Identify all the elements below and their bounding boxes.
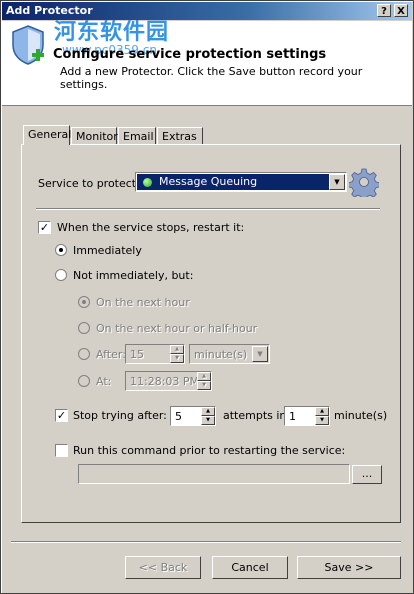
- after-label: After:: [96, 348, 126, 361]
- immediately-label: Immediately: [73, 244, 142, 257]
- next-half-hour-label: On the next hour or half-hour: [96, 322, 258, 335]
- at-radio[interactable]: [78, 375, 90, 387]
- stop-trying-value: 5: [175, 410, 182, 423]
- spin-arrows[interactable]: ▲ ▼: [197, 372, 211, 390]
- command-input[interactable]: [78, 464, 350, 484]
- not-immediately-label: Not immediately, but:: [73, 269, 194, 282]
- tab-monitor[interactable]: Monitor: [71, 127, 118, 144]
- after-unit-value: minute(s): [194, 348, 248, 361]
- restart-checkbox-label: When the service stops, restart it:: [57, 221, 245, 234]
- run-command-label: Run this command prior to restarting the…: [73, 444, 346, 457]
- attempts-in-value: 1: [289, 410, 296, 423]
- at-value: 11:28:03 PM: [130, 375, 200, 388]
- save-button[interactable]: Save >>: [297, 556, 401, 579]
- service-label: Service to protect:: [38, 177, 140, 190]
- stop-trying-stepper[interactable]: 5 ▲ ▼: [170, 406, 216, 426]
- attempts-in-label: attempts in: [223, 409, 287, 422]
- not-immediately-radio[interactable]: [55, 269, 67, 281]
- after-stepper[interactable]: 15 ▲ ▼: [125, 344, 185, 364]
- tab-email[interactable]: Email: [118, 127, 156, 144]
- shield-add-icon: [12, 25, 44, 65]
- next-hour-label: On the next hour: [96, 296, 190, 309]
- close-button[interactable]: X: [394, 4, 408, 17]
- restart-checkbox[interactable]: ✓: [38, 221, 51, 234]
- service-dropdown[interactable]: Message Queuing ▼: [135, 172, 347, 192]
- spin-arrows[interactable]: ▲ ▼: [201, 407, 215, 425]
- chevron-down-icon[interactable]: ▼: [252, 346, 268, 362]
- attempts-in-stepper[interactable]: 1 ▲ ▼: [284, 406, 330, 426]
- service-value: Message Queuing: [137, 174, 329, 190]
- after-unit-dropdown[interactable]: minute(s) ▼: [189, 344, 270, 364]
- browse-button[interactable]: ...: [352, 465, 382, 484]
- at-time-picker[interactable]: 11:28:03 PM ▲ ▼: [125, 371, 212, 391]
- stop-trying-label: Stop trying after:: [73, 409, 167, 422]
- run-command-checkbox[interactable]: [55, 444, 68, 457]
- after-value: 15: [130, 348, 144, 361]
- watermark-text: 河东软件园: [54, 20, 170, 45]
- cancel-button[interactable]: Cancel: [212, 556, 288, 579]
- chevron-down-icon[interactable]: ▼: [329, 174, 345, 190]
- spin-arrows[interactable]: ▲ ▼: [315, 407, 329, 425]
- footer-divider: [11, 541, 401, 543]
- tab-extras[interactable]: Extras: [157, 127, 203, 144]
- back-button[interactable]: << Back: [125, 556, 201, 579]
- next-half-hour-radio[interactable]: [78, 322, 90, 334]
- gear-icon[interactable]: [349, 167, 379, 197]
- next-hour-radio[interactable]: [78, 296, 90, 308]
- header-banner: 河东软件园 www.pc0359.cn Configure service pr…: [2, 20, 412, 106]
- spin-arrows[interactable]: ▲ ▼: [170, 345, 184, 363]
- tab-general[interactable]: General: [23, 125, 71, 145]
- page-title: Configure service protection settings: [53, 47, 327, 62]
- at-label: At:: [96, 375, 112, 388]
- page-subtitle: Add a new Protector. Click the Save butt…: [60, 65, 363, 91]
- minutes-label: minute(s): [334, 409, 388, 422]
- divider: [36, 208, 380, 210]
- immediately-radio[interactable]: [55, 244, 67, 256]
- service-name: Message Queuing: [159, 175, 258, 188]
- add-protector-dialog: Add Protector ? X 河东软件园 www.pc0359.cn Co…: [0, 0, 414, 594]
- status-running-icon: [143, 178, 152, 187]
- after-radio[interactable]: [78, 348, 90, 360]
- stop-trying-checkbox[interactable]: ✓: [55, 409, 68, 422]
- help-button[interactable]: ?: [377, 4, 391, 17]
- general-tab-panel: Service to protect: Message Queuing ▼ ✓ …: [21, 144, 401, 523]
